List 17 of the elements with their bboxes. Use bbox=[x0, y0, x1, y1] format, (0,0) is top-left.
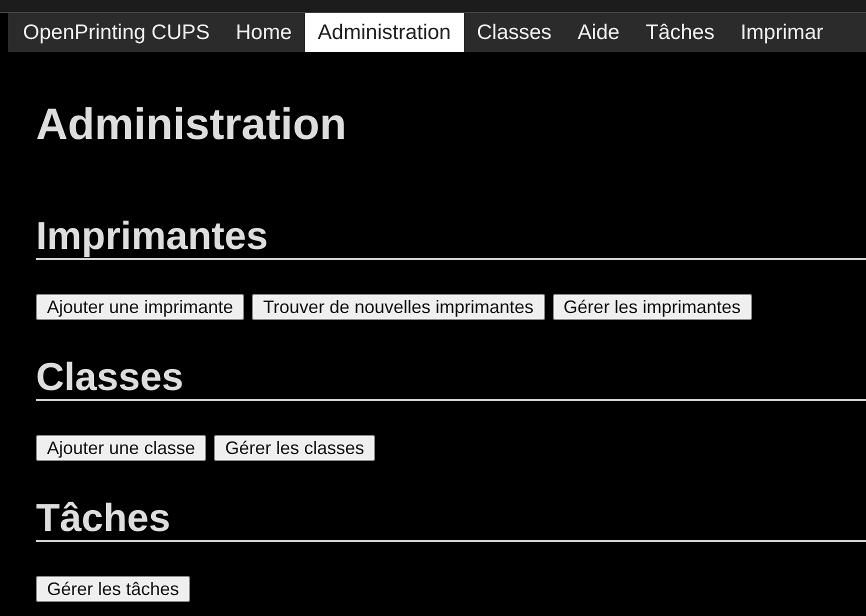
nav-link[interactable]: OpenPrinting CUPS bbox=[10, 13, 223, 52]
section-heading: Imprimantes bbox=[36, 216, 866, 260]
section-heading: Tâches bbox=[36, 498, 866, 542]
nav-link[interactable]: Tâches bbox=[632, 13, 728, 52]
nav-link[interactable]: Imprimar bbox=[727, 13, 836, 52]
action-button[interactable]: Ajouter une imprimante bbox=[36, 294, 244, 320]
action-button[interactable]: Gérer les tâches bbox=[36, 576, 190, 602]
section-heading: Classes bbox=[36, 357, 866, 401]
page-title: Administration bbox=[36, 100, 346, 150]
nav-link[interactable]: Administration bbox=[304, 13, 464, 52]
action-button[interactable]: Gérer les imprimantes bbox=[552, 294, 752, 320]
action-button[interactable]: Ajouter une classe bbox=[36, 435, 206, 461]
action-button[interactable]: Gérer les classes bbox=[214, 435, 376, 461]
nav-link[interactable]: Classes bbox=[464, 13, 565, 52]
nav-link[interactable]: Home bbox=[222, 13, 305, 52]
action-button[interactable]: Trouver de nouvelles imprimantes bbox=[252, 294, 545, 320]
nav-link[interactable]: Aide bbox=[564, 13, 633, 52]
